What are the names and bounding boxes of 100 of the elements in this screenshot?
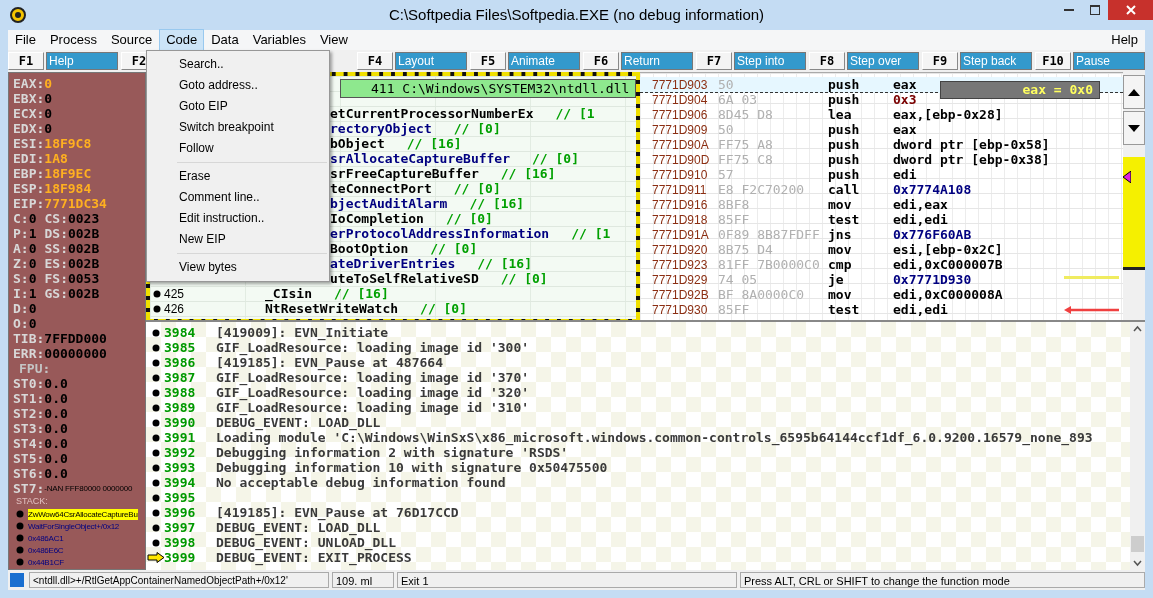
menu-item[interactable]: Variables: [245, 29, 313, 51]
menu-option[interactable]: Edit instruction..: [147, 208, 329, 229]
register-name: ST6:: [13, 466, 45, 481]
log-line: DEBUG_EVENT: LOAD_DLL: [216, 520, 381, 535]
menu-option[interactable]: New EIP: [147, 229, 329, 250]
register-value: 0.0: [44, 451, 68, 466]
register-name: S:: [13, 271, 29, 286]
menu-item[interactable]: Data: [204, 29, 246, 51]
menu-item[interactable]: File: [8, 29, 43, 51]
register-name: ES:: [44, 256, 68, 271]
function-key[interactable]: F8: [809, 52, 845, 70]
register-name: DS:: [44, 226, 68, 241]
mnemonic-cell-text: test: [828, 302, 861, 317]
menu-item[interactable]: Code: [159, 29, 205, 51]
line-number: 426: [164, 301, 185, 316]
bullet-icon: [152, 448, 160, 457]
status-field: Press ALT, CRL or SHIFT to change the function mode: [740, 572, 1145, 588]
register-name: A:: [13, 241, 29, 256]
register-value: 0: [28, 211, 37, 226]
register-value: 002B: [67, 286, 100, 301]
menu-item[interactable]: Process: [42, 29, 104, 51]
line-number: 3992: [164, 445, 197, 460]
stack-entry[interactable]: ZwWow64CsrAllocateCaptureBu: [28, 508, 138, 520]
address-cell-text: 7771D916: [651, 197, 709, 212]
menu-item[interactable]: Source: [103, 29, 160, 51]
line-number: 3989: [164, 400, 197, 415]
function-key[interactable]: F9: [922, 52, 958, 70]
register-value: 0: [44, 76, 53, 91]
line-number: 3984: [164, 325, 197, 340]
menu-option[interactable]: Switch breakpoint: [147, 117, 329, 138]
register-name: ST7:: [13, 481, 45, 496]
function-key[interactable]: F1: [8, 52, 44, 70]
menu-option[interactable]: Erase: [147, 166, 329, 187]
register-value: 0: [44, 91, 53, 106]
line-number: 3988: [164, 385, 197, 400]
address-cell-text: 7771D904: [651, 92, 709, 107]
mnemonic-cell-text: push: [828, 122, 861, 137]
function-key[interactable]: F7: [696, 52, 732, 70]
code-comment: // [0]: [430, 241, 478, 256]
bullet-icon: [152, 508, 160, 517]
bullet-icon: [152, 403, 160, 412]
address-cell-text: 7771D910: [651, 167, 709, 182]
function-key[interactable]: F6: [583, 52, 619, 70]
scrollbar[interactable]: [1130, 322, 1145, 570]
log-line: Debugging information 2 with signature 'RSDS': [216, 445, 569, 460]
register-value: 1A8: [44, 151, 68, 166]
code-line: teConnectPort: [330, 181, 432, 196]
bytes-cell-text: FF75 A8: [718, 137, 774, 152]
code-line: erProtocolAddressInformation: [330, 226, 550, 241]
function-key[interactable]: F5: [470, 52, 506, 70]
function-key[interactable]: F4: [357, 52, 393, 70]
scroll-down-button[interactable]: [1123, 111, 1145, 145]
register-name: EIP:: [13, 196, 45, 211]
close-button[interactable]: [1108, 0, 1153, 20]
code-comment: // [16]: [477, 256, 533, 271]
address-cell-text: 7771D92B: [651, 287, 710, 302]
menu-option[interactable]: View bytes: [147, 257, 329, 278]
value-tooltip: eax = 0x0: [940, 81, 1100, 99]
mnemonic-cell-text: cmp: [828, 257, 853, 272]
register-name: ST0:: [13, 376, 45, 391]
code-comment: // [0]: [420, 301, 468, 316]
register-name: GS:: [44, 286, 68, 301]
position-ticker[interactable]: [1123, 157, 1145, 270]
register-name: ERR:: [13, 346, 45, 361]
line-number: 3999: [164, 550, 197, 565]
code-comment: // [16]: [469, 196, 525, 211]
mnemonic-cell-text: call: [828, 182, 861, 197]
bullet-icon: [16, 510, 24, 518]
bullet-icon: [16, 534, 24, 542]
menu-item[interactable]: View: [312, 29, 355, 51]
pointer-icon: [1123, 171, 1131, 183]
window-title: C:\Softpedia Files\Softpedia.EXE (no debug information): [387, 5, 766, 25]
menu-option[interactable]: Comment line..: [147, 187, 329, 208]
operand-cell: edi,0xC000008A: [893, 287, 1003, 302]
log-line: DEBUG_EVENT: UNLOAD_DLL: [216, 535, 396, 550]
menu-option[interactable]: Goto address..: [147, 75, 329, 96]
app-icon: [10, 7, 26, 23]
menu-option[interactable]: Goto EIP: [147, 96, 329, 117]
address-cell-text: 7771D909: [651, 122, 709, 137]
bullet-icon: [152, 463, 160, 472]
bytes-cell-text: 85FF: [718, 302, 751, 317]
bullet-icon: [152, 538, 160, 547]
operand-cell: 0x3: [893, 92, 917, 107]
operand-cell: edi: [893, 167, 917, 182]
operand-cell: edi,edi: [893, 212, 948, 227]
scroll-up-button[interactable]: [1123, 75, 1145, 109]
code-comment: // [16]: [406, 136, 462, 151]
mnemonic-cell-text: test: [828, 212, 861, 227]
bytes-cell-text: 6A 03: [718, 92, 759, 107]
bullet-icon: [152, 388, 160, 397]
operand-cell: edi,0xC000007B: [893, 257, 1003, 272]
function-key[interactable]: F10: [1035, 52, 1071, 70]
bytes-cell-text: 8D45 D8: [718, 107, 774, 122]
line-number: 3986: [164, 355, 197, 370]
register-value: 002B: [67, 241, 100, 256]
menu-item[interactable]: Help: [1104, 29, 1145, 51]
bullet-icon: [152, 493, 160, 502]
scroll-thumb[interactable]: [1131, 536, 1144, 552]
status-field: Exit 1: [397, 572, 737, 588]
menu-option[interactable]: Follow: [147, 138, 329, 159]
